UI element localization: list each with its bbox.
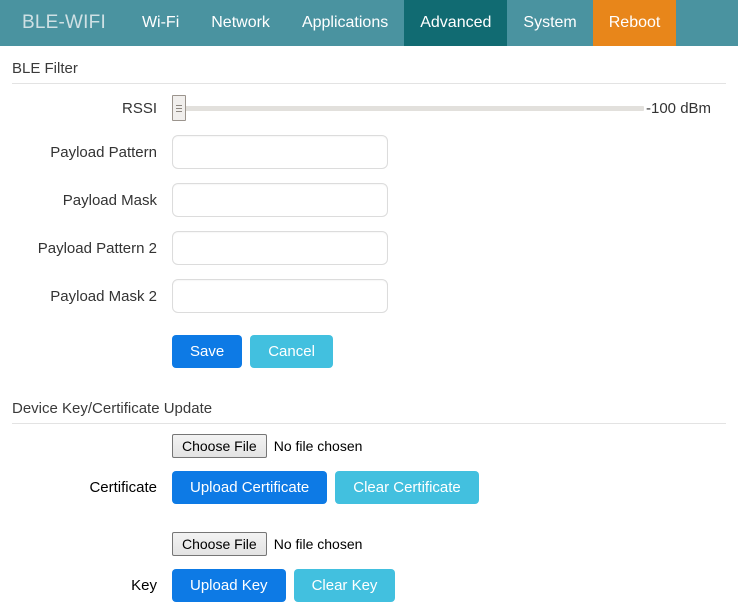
certificate-row-label: Certificate — [89, 479, 157, 496]
device-update-legend: Device Key/Certificate Update — [12, 386, 726, 424]
rssi-row: RSSI -100 dBm — [12, 95, 726, 121]
cancel-button[interactable]: Cancel — [250, 335, 333, 368]
slider-grip-line — [176, 110, 182, 112]
certificate-actions: Upload Certificate Clear Certificate — [172, 471, 726, 504]
nav-item-reboot[interactable]: Reboot — [592, 0, 677, 46]
upload-key-button[interactable]: Upload Key — [172, 569, 286, 602]
certificate-file-row: Choose File No file chosen — [12, 434, 726, 458]
payload-pattern-label: Payload Pattern — [50, 143, 157, 161]
certificate-file-control: Choose File No file chosen — [172, 434, 362, 458]
rssi-slider-thumb[interactable] — [172, 95, 186, 121]
payload-pattern-2-label: Payload Pattern 2 — [37, 239, 157, 257]
main-navbar: BLE-WIFI Wi-Fi Network Applications Adva… — [0, 0, 738, 46]
nav-item-applications[interactable]: Applications — [286, 0, 404, 46]
certificate-choose-file-button[interactable]: Choose File — [172, 434, 267, 458]
payload-pattern-input[interactable] — [172, 135, 388, 169]
rssi-control: -100 dBm — [172, 95, 726, 121]
clear-certificate-button[interactable]: Clear Certificate — [335, 471, 479, 504]
ble-filter-actions-row: Save Cancel — [12, 335, 726, 368]
slider-grip-line — [176, 107, 182, 109]
slider-grip-line — [176, 104, 182, 106]
payload-mask-2-control — [172, 279, 726, 313]
payload-pattern-2-control — [172, 231, 726, 265]
payload-mask-2-input[interactable] — [172, 279, 388, 313]
ble-filter-actions: Save Cancel — [172, 335, 726, 368]
key-file-row: Choose File No file chosen — [12, 532, 726, 556]
rssi-slider-wrap: -100 dBm — [172, 95, 726, 121]
payload-mask-label: Payload Mask — [62, 191, 157, 209]
key-actions: Upload Key Clear Key — [172, 569, 726, 602]
rssi-label: RSSI — [121, 99, 157, 117]
payload-pattern-row: Payload Pattern — [12, 135, 726, 169]
nav-item-wifi[interactable]: Wi-Fi — [126, 0, 195, 46]
payload-pattern-control — [172, 135, 726, 169]
nav-item-system[interactable]: System — [507, 0, 592, 46]
rssi-value-label: -100 dBm — [646, 99, 712, 117]
ble-filter-legend: BLE Filter — [12, 46, 726, 84]
page-content: BLE Filter RSSI -100 dBm Payload Pattern — [0, 46, 738, 602]
upload-certificate-button[interactable]: Upload Certificate — [172, 471, 328, 504]
payload-mask-2-label: Payload Mask 2 — [50, 287, 157, 305]
key-file-status: No file chosen — [273, 536, 363, 552]
certificate-file-status: No file chosen — [273, 438, 363, 454]
certificate-block: Choose File No file chosen Certificate U… — [12, 434, 726, 504]
key-actions-row: Key Upload Key Clear Key — [12, 569, 726, 602]
payload-pattern-2-row: Payload Pattern 2 — [12, 231, 726, 265]
payload-mask-input[interactable] — [172, 183, 388, 217]
payload-mask-2-row: Payload Mask 2 — [12, 279, 726, 313]
key-choose-file-button[interactable]: Choose File — [172, 532, 267, 556]
nav-brand[interactable]: BLE-WIFI — [0, 0, 126, 46]
key-block: Choose File No file chosen Key Upload Ke… — [12, 532, 726, 602]
rssi-slider[interactable] — [172, 95, 644, 121]
key-row-label: Key — [131, 577, 157, 594]
key-file-control: Choose File No file chosen — [172, 532, 362, 556]
certificate-actions-row: Certificate Upload Certificate Clear Cer… — [12, 471, 726, 504]
nav-item-advanced[interactable]: Advanced — [404, 0, 508, 46]
payload-mask-control — [172, 183, 726, 217]
nav-item-network[interactable]: Network — [195, 0, 286, 46]
save-button[interactable]: Save — [172, 335, 243, 368]
rssi-slider-track[interactable] — [181, 106, 644, 111]
clear-key-button[interactable]: Clear Key — [293, 569, 396, 602]
payload-pattern-2-input[interactable] — [172, 231, 388, 265]
payload-mask-row: Payload Mask — [12, 183, 726, 217]
nav-filler — [676, 0, 738, 46]
